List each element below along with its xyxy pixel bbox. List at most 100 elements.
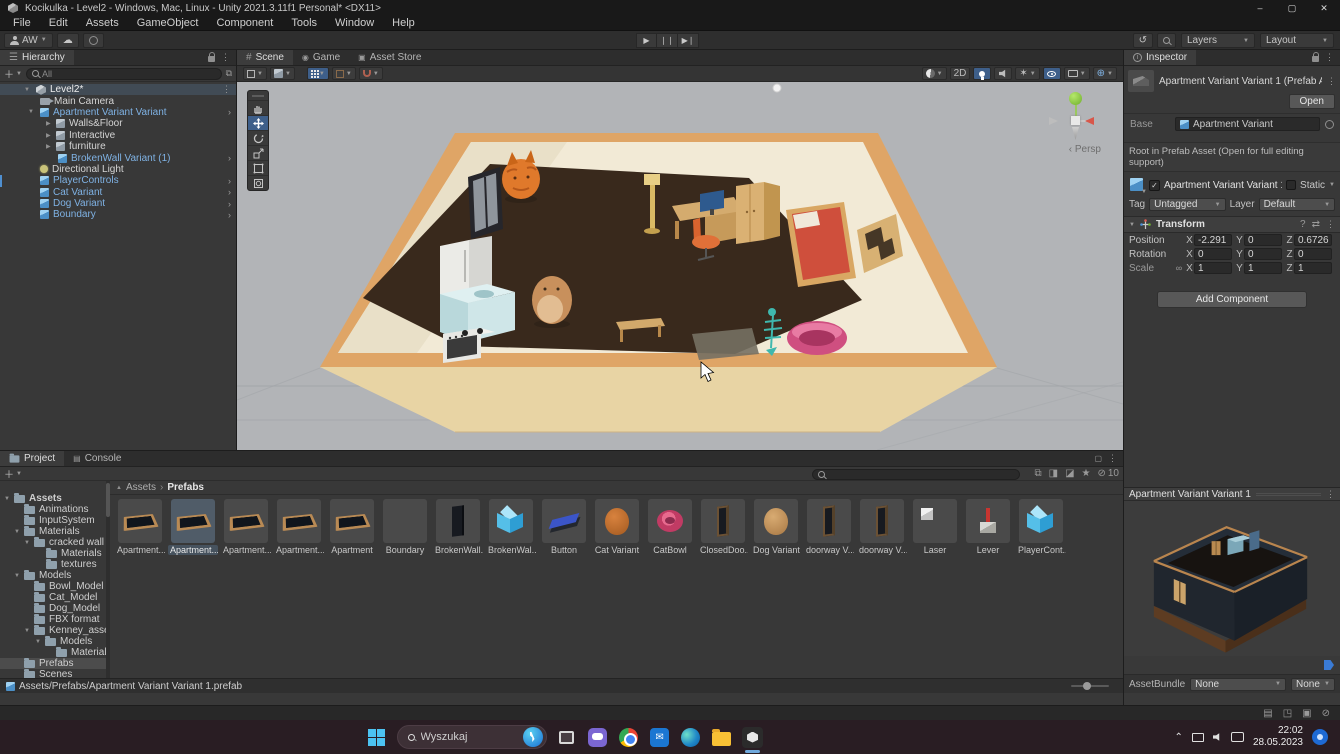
chat-app-button[interactable] bbox=[587, 726, 609, 748]
tree-item[interactable]: ▼Kenney_asset bbox=[0, 625, 106, 636]
hierarchy-item-scene[interactable]: ▼ Level2* ⋮ bbox=[0, 84, 236, 95]
menu-help[interactable]: Help bbox=[383, 16, 424, 31]
scale-z-field[interactable]: 1 bbox=[1294, 262, 1332, 274]
move-tool-button[interactable] bbox=[248, 115, 268, 130]
package-filter-icon[interactable]: ◨ bbox=[1049, 468, 1058, 479]
tab-console[interactable]: ▤ Console bbox=[64, 451, 130, 466]
hierarchy-item[interactable]: ▼ Apartment Variant Variant › bbox=[0, 107, 236, 118]
activity-icon[interactable]: ▤ bbox=[1263, 708, 1272, 719]
cache-icon[interactable]: ◳ bbox=[1283, 708, 1292, 719]
hierarchy-item[interactable]: Directional Light bbox=[0, 164, 236, 175]
position-y-field[interactable]: 0 bbox=[1244, 234, 1282, 246]
tree-item[interactable]: ▼Materials bbox=[0, 526, 106, 537]
scale-y-field[interactable]: 1 bbox=[1244, 262, 1282, 274]
tag-dropdown[interactable]: Untagged▼ bbox=[1149, 198, 1225, 211]
scene-visibility-button[interactable] bbox=[1043, 67, 1061, 80]
y-axis-handle[interactable] bbox=[1069, 92, 1082, 105]
add-gameobject-button[interactable]: ＋▼ bbox=[4, 66, 22, 81]
hierarchy-item[interactable]: ▶ furniture bbox=[0, 141, 236, 152]
asset-item[interactable]: Apartment bbox=[327, 499, 377, 555]
chrome-button[interactable] bbox=[618, 726, 640, 748]
keyboard-language-icon[interactable] bbox=[1231, 732, 1244, 742]
maximize-button[interactable]: ▢ bbox=[1276, 0, 1308, 16]
display-icon[interactable] bbox=[1192, 733, 1204, 742]
tree-item[interactable]: ▼Models bbox=[0, 570, 106, 581]
asset-item[interactable]: PlayerCont... bbox=[1016, 499, 1066, 555]
asset-item[interactable]: Button bbox=[539, 499, 589, 555]
hierarchy-item[interactable]: Dog Variant › bbox=[0, 198, 236, 209]
scene-viewport[interactable]: ‹ Persp bbox=[237, 82, 1123, 450]
maximize-panel-icon[interactable]: ▢ bbox=[1094, 454, 1102, 463]
asset-item[interactable]: Cat Variant bbox=[592, 499, 642, 555]
tray-chevron-icon[interactable]: ⌃ bbox=[1175, 732, 1183, 743]
tree-item[interactable]: textures bbox=[0, 559, 106, 570]
scene-visibility-icon[interactable]: ⧉ bbox=[226, 68, 232, 79]
prefab-open-chevron-icon[interactable]: › bbox=[228, 176, 231, 186]
hierarchy-search-input[interactable] bbox=[42, 69, 216, 79]
asset-item[interactable]: BrokenWal... bbox=[486, 499, 536, 555]
object-picker-icon[interactable] bbox=[1325, 120, 1334, 129]
prefab-variant-icon[interactable]: ▼ bbox=[1129, 177, 1145, 193]
label-filter-icon[interactable]: ◪ bbox=[1065, 468, 1074, 479]
pause-button[interactable]: ❘❘ bbox=[657, 33, 678, 48]
asset-item[interactable]: CatBowl bbox=[645, 499, 695, 555]
task-view-button[interactable] bbox=[556, 726, 578, 748]
transform-component-header[interactable]: ▼ Transform ? ⇄ ⋮ bbox=[1124, 217, 1340, 233]
mail-button[interactable]: ✉ bbox=[649, 726, 671, 748]
hierarchy-item[interactable]: Main Camera bbox=[0, 95, 236, 106]
lighting-toggle-button[interactable] bbox=[973, 67, 991, 80]
prefab-open-chevron-icon[interactable]: › bbox=[228, 210, 231, 220]
kebab-menu-icon[interactable]: ⋮ bbox=[1325, 52, 1334, 63]
presets-icon[interactable]: ⇄ bbox=[1312, 219, 1320, 230]
add-component-button[interactable]: Add Component bbox=[1157, 291, 1307, 308]
asset-item[interactable]: Apartment... bbox=[274, 499, 324, 555]
kebab-menu-icon[interactable]: ⋮ bbox=[222, 84, 231, 95]
progress-icon[interactable]: ⊘ bbox=[1322, 708, 1330, 719]
services-button[interactable] bbox=[83, 33, 104, 48]
asset-item[interactable]: BrokenWall... bbox=[433, 499, 483, 555]
hierarchy-item[interactable]: Boundary › bbox=[0, 209, 236, 220]
asset-item[interactable]: doorway V... bbox=[804, 499, 854, 555]
layout-dropdown[interactable]: Layout ▼ bbox=[1260, 33, 1334, 48]
asset-labels-icon[interactable] bbox=[1324, 660, 1334, 670]
tab-game[interactable]: ◉ Game bbox=[293, 50, 349, 65]
layer-dropdown[interactable]: Default▼ bbox=[1259, 198, 1335, 211]
tree-item[interactable]: Materials bbox=[0, 548, 106, 559]
scale-x-field[interactable]: 1 bbox=[1194, 262, 1232, 274]
snap-magnet-button[interactable]: ▼ bbox=[359, 67, 383, 80]
minimize-button[interactable]: – bbox=[1244, 0, 1276, 16]
lock-icon[interactable] bbox=[208, 56, 215, 62]
audio-toggle-button[interactable] bbox=[994, 67, 1012, 80]
search-in-assets-icon[interactable]: ⧉ bbox=[1034, 468, 1041, 479]
hierarchy-item[interactable]: BrokenWall Variant (1) › bbox=[0, 152, 236, 163]
tree-item[interactable]: Dog_Model bbox=[0, 603, 106, 614]
tree-item-prefabs[interactable]: Prefabs bbox=[0, 658, 106, 669]
hierarchy-search[interactable] bbox=[26, 68, 222, 80]
hierarchy-item[interactable]: ▶ Interactive bbox=[0, 130, 236, 141]
asset-item-selected[interactable]: Apartment... bbox=[168, 499, 218, 555]
preview-viewport[interactable] bbox=[1124, 501, 1340, 656]
asset-item[interactable]: Lever bbox=[963, 499, 1013, 555]
menu-assets[interactable]: Assets bbox=[77, 16, 128, 31]
console-status-icon[interactable]: ▣ bbox=[1302, 708, 1311, 719]
preview-drag-handle[interactable] bbox=[1256, 493, 1321, 496]
prefab-open-chevron-icon[interactable]: › bbox=[228, 153, 231, 163]
tree-item[interactable]: Cat_Model bbox=[0, 592, 106, 603]
draw-mode-button[interactable]: ▼ bbox=[243, 67, 267, 80]
bing-chat-icon[interactable] bbox=[523, 727, 543, 747]
rotation-z-field[interactable]: 0 bbox=[1294, 248, 1332, 260]
asset-item[interactable]: Apartment... bbox=[221, 499, 271, 555]
create-asset-button[interactable]: ＋▼ bbox=[4, 466, 22, 481]
asset-item[interactable]: Boundary bbox=[380, 499, 430, 555]
palette-drag-handle[interactable] bbox=[252, 95, 264, 97]
unity-taskbar-button[interactable] bbox=[742, 726, 764, 748]
project-search[interactable] bbox=[812, 469, 1020, 480]
menu-tools[interactable]: Tools bbox=[282, 16, 326, 31]
notification-icon[interactable] bbox=[1312, 729, 1328, 745]
hierarchy-item[interactable]: ▶ Walls&Floor bbox=[0, 118, 236, 129]
pivot-button[interactable]: ▼ bbox=[270, 67, 295, 80]
asset-item[interactable]: Laser bbox=[910, 499, 960, 555]
taskbar-search[interactable] bbox=[397, 725, 547, 749]
snap-increment-button[interactable]: ▼ bbox=[332, 67, 356, 80]
account-dropdown[interactable]: AW ▼ bbox=[4, 33, 53, 48]
